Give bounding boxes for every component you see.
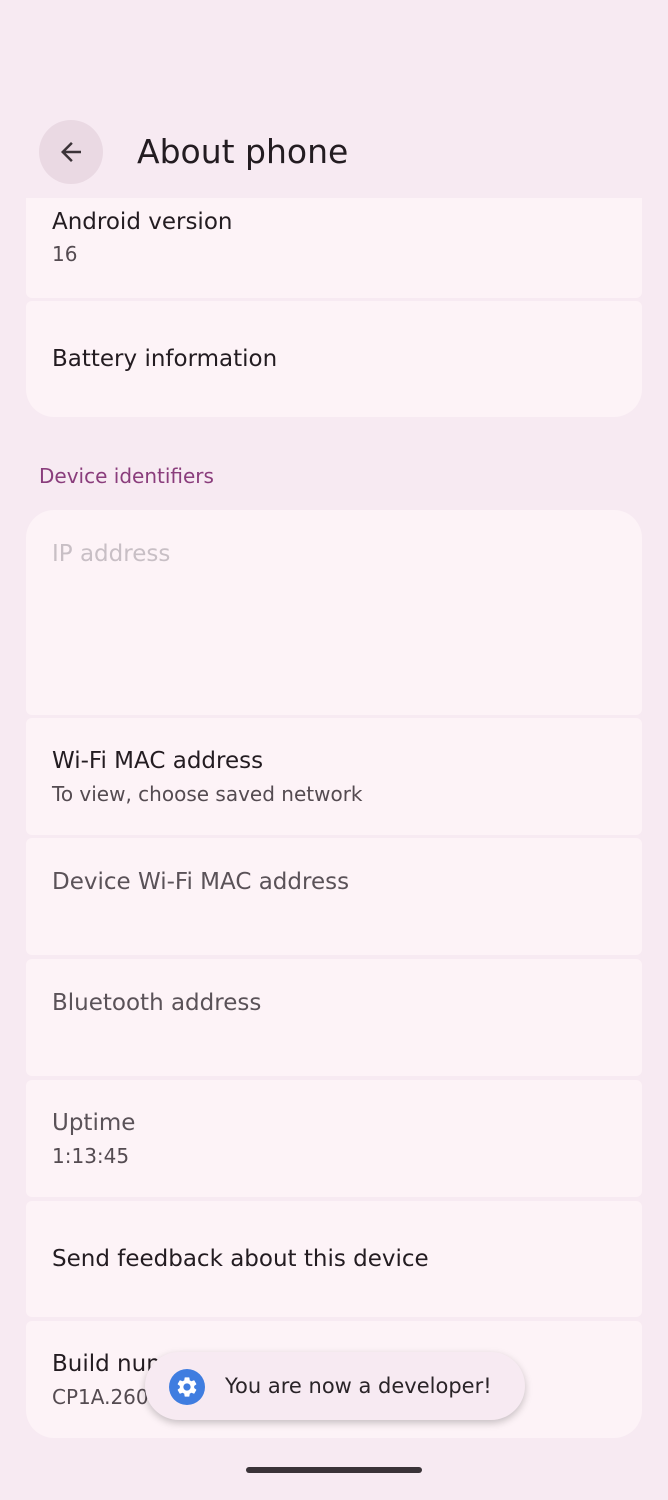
top-app-bar: About phone [0, 106, 668, 198]
ip-address-row: IP address [26, 510, 642, 715]
bluetooth-address-row[interactable]: Bluetooth address [26, 959, 642, 1076]
gesture-navigation-handle[interactable] [246, 1467, 422, 1473]
row-title: IP address [52, 541, 171, 567]
section-header-device-identifiers: Device identifiers [39, 464, 214, 488]
row-subtitle: 1:13:45 [52, 1144, 130, 1168]
row-title: Bluetooth address [52, 990, 262, 1016]
row-title: Uptime [52, 1110, 136, 1136]
android-version-row[interactable]: Android version 16 [26, 198, 642, 298]
arrow-left-icon [61, 142, 81, 162]
wifi-mac-address-row[interactable]: Wi-Fi MAC address To view, choose saved … [26, 718, 642, 835]
send-feedback-row[interactable]: Send feedback about this device [26, 1201, 642, 1317]
row-title: Wi-Fi MAC address [52, 748, 264, 774]
gear-icon [169, 1369, 205, 1405]
battery-information-row[interactable]: Battery information [26, 301, 642, 417]
row-subtitle: 16 [52, 242, 78, 266]
toast-message: You are now a developer! [225, 1374, 492, 1398]
page-title: About phone [137, 132, 349, 171]
row-subtitle: CP1A.260 [52, 1385, 149, 1409]
row-title: Battery information [52, 346, 278, 372]
about-phone-screen: About phone Android version 16 Battery i… [0, 0, 668, 1500]
row-title: Device Wi-Fi MAC address [52, 869, 350, 895]
row-title: Android version [52, 209, 233, 235]
row-title: Send feedback about this device [52, 1246, 429, 1272]
device-wifi-mac-address-row[interactable]: Device Wi-Fi MAC address [26, 838, 642, 955]
developer-toast: You are now a developer! [145, 1352, 525, 1420]
back-button[interactable] [39, 120, 103, 184]
uptime-row[interactable]: Uptime 1:13:45 [26, 1080, 642, 1197]
row-subtitle: To view, choose saved network [52, 782, 363, 806]
